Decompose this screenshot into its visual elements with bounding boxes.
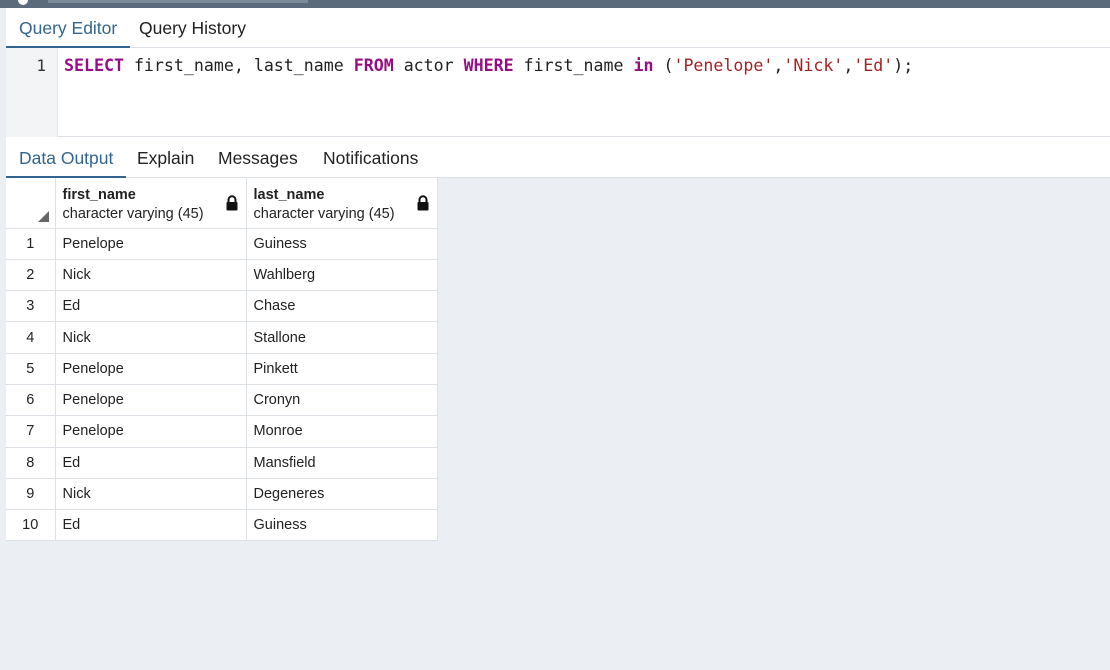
- editor-gutter: 1: [6, 48, 58, 137]
- column-header-last-name[interactable]: last_name character varying (45): [246, 178, 438, 229]
- corner-triangle-icon: [37, 210, 49, 222]
- cell-last-name[interactable]: Stallone: [246, 321, 438, 354]
- row-number[interactable]: 4: [6, 321, 56, 354]
- cell-first-name[interactable]: Nick: [55, 478, 247, 511]
- window-title-bar: [0, 0, 1110, 8]
- cell-last-name[interactable]: Degeneres: [246, 478, 438, 511]
- output-tabs: Data Output Explain Messages Notificatio…: [6, 138, 1110, 179]
- table-row[interactable]: 9 Nick Degeneres: [6, 478, 438, 511]
- cell-last-name[interactable]: Chase: [246, 290, 438, 323]
- sql-text: ,: [773, 56, 784, 75]
- column-header-first-name[interactable]: first_name character varying (45): [55, 178, 247, 229]
- cell-first-name[interactable]: Ed: [55, 290, 247, 323]
- cell-first-name[interactable]: Penelope: [55, 384, 247, 417]
- tab-explain[interactable]: Explain: [124, 138, 207, 178]
- row-number[interactable]: 8: [6, 447, 56, 479]
- lock-icon: [226, 195, 237, 211]
- row-number[interactable]: 3: [6, 290, 56, 323]
- row-number[interactable]: 1: [6, 228, 56, 260]
- cell-last-name[interactable]: Wahlberg: [246, 259, 438, 292]
- lock-icon: [417, 195, 428, 211]
- table-row[interactable]: 1 Penelope Guiness: [6, 228, 438, 260]
- sql-text: actor: [393, 56, 464, 75]
- column-name: first_name: [62, 187, 136, 204]
- tab-notifications[interactable]: Notifications: [310, 138, 431, 178]
- column-name: last_name: [253, 187, 325, 204]
- sql-text: first_name, last_name: [123, 56, 354, 75]
- cell-last-name[interactable]: Guiness: [246, 509, 438, 542]
- sql-editor[interactable]: 1 SELECT first_name, last_name FROM acto…: [6, 48, 1110, 137]
- sql-text: ,: [843, 56, 854, 75]
- title-strip: [48, 0, 308, 3]
- row-number[interactable]: 9: [6, 478, 56, 511]
- sql-keyword: FROM: [353, 56, 394, 75]
- cell-last-name[interactable]: Cronyn: [246, 384, 438, 417]
- app-logo-icon: [18, 0, 28, 5]
- row-number[interactable]: 7: [6, 415, 56, 448]
- column-type: character varying (45): [253, 206, 395, 223]
- table-row[interactable]: 4 Nick Stallone: [6, 321, 438, 354]
- tab-query-editor[interactable]: Query Editor: [6, 8, 131, 49]
- select-all-corner[interactable]: [6, 178, 56, 229]
- grid-body: 1 Penelope Guiness 2 Nick Wahlberg 3 Ed …: [6, 228, 438, 542]
- header-row: first_name character varying (45) last_n…: [6, 178, 438, 229]
- sql-text: );: [893, 56, 914, 75]
- sql-keyword: WHERE: [463, 56, 514, 75]
- cell-last-name[interactable]: Mansfield: [246, 447, 438, 479]
- cell-first-name[interactable]: Nick: [55, 259, 247, 292]
- row-number[interactable]: 6: [6, 384, 56, 417]
- table-row[interactable]: 10 Ed Guiness: [6, 509, 438, 542]
- sql-keyword: in: [633, 56, 654, 75]
- table-row[interactable]: 6 Penelope Cronyn: [6, 384, 438, 417]
- sql-string: 'Ed': [853, 56, 894, 75]
- cell-first-name[interactable]: Ed: [55, 447, 247, 479]
- table-row[interactable]: 3 Ed Chase: [6, 290, 438, 323]
- table-row[interactable]: 7 Penelope Monroe: [6, 415, 438, 448]
- cell-first-name[interactable]: Ed: [55, 509, 247, 542]
- sql-string: 'Penelope': [673, 56, 774, 75]
- cell-last-name[interactable]: Monroe: [246, 415, 438, 448]
- result-grid: first_name character varying (45) last_n…: [6, 178, 438, 542]
- cell-first-name[interactable]: Nick: [55, 321, 247, 354]
- cell-last-name[interactable]: Guiness: [246, 228, 438, 260]
- cell-first-name[interactable]: Penelope: [55, 415, 247, 448]
- line-number: 1: [36, 56, 46, 75]
- data-output-panel: first_name character varying (45) last_n…: [6, 178, 1110, 670]
- query-tabs: Query Editor Query History: [6, 8, 1110, 49]
- table-row[interactable]: 2 Nick Wahlberg: [6, 259, 438, 292]
- cell-last-name[interactable]: Pinkett: [246, 353, 438, 385]
- column-type: character varying (45): [62, 206, 204, 223]
- sql-string: 'Nick': [783, 56, 844, 75]
- sql-text: (: [653, 56, 674, 75]
- table-row[interactable]: 5 Penelope Pinkett: [6, 353, 438, 385]
- tab-messages[interactable]: Messages: [205, 138, 311, 178]
- sql-text: first_name: [513, 56, 634, 75]
- row-number[interactable]: 10: [6, 509, 56, 542]
- tab-query-history[interactable]: Query History: [126, 8, 259, 48]
- cell-first-name[interactable]: Penelope: [55, 353, 247, 385]
- sql-keyword: SELECT: [64, 56, 124, 75]
- cell-first-name[interactable]: Penelope: [55, 228, 247, 260]
- sql-code-line[interactable]: SELECT first_name, last_name FROM actor …: [64, 56, 913, 75]
- tab-data-output[interactable]: Data Output: [6, 138, 127, 179]
- row-number[interactable]: 2: [6, 259, 56, 292]
- table-row[interactable]: 8 Ed Mansfield: [6, 447, 438, 479]
- row-number[interactable]: 5: [6, 353, 56, 385]
